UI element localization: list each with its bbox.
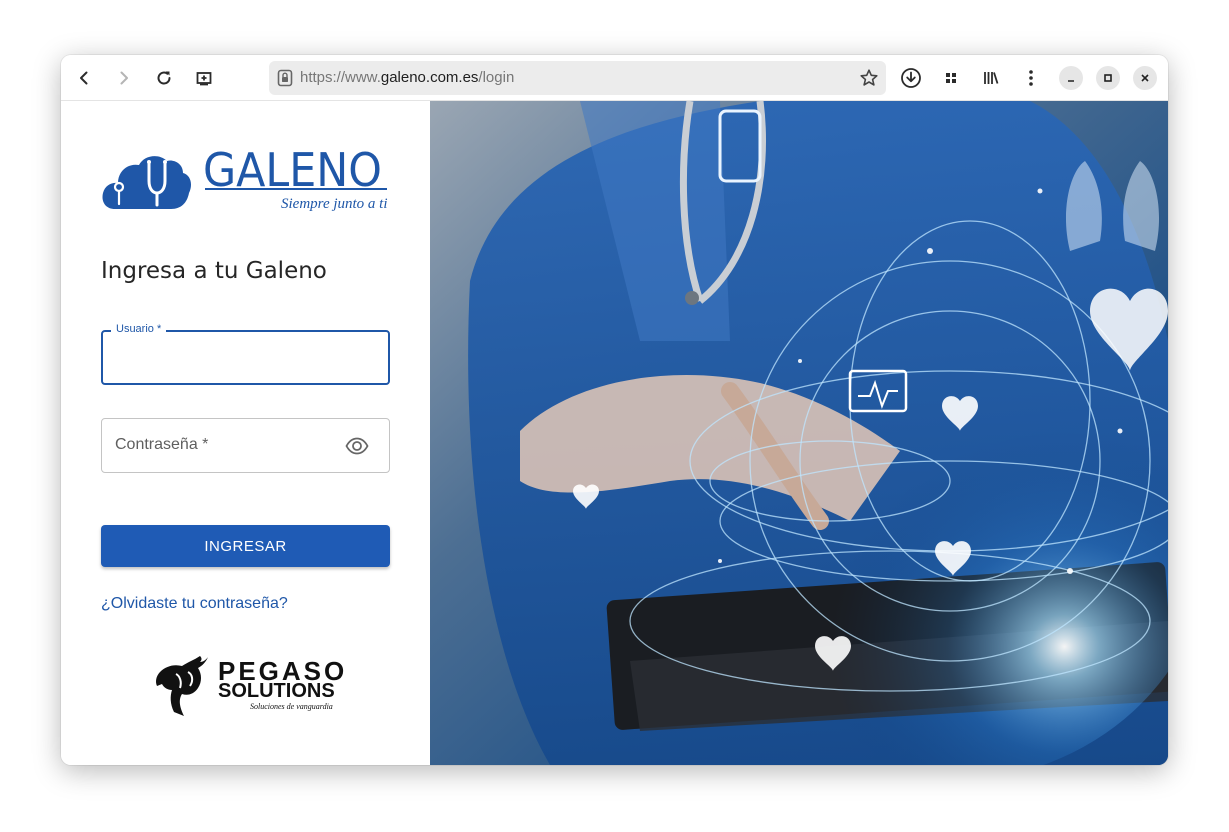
forward-button[interactable] (109, 63, 139, 93)
brand-underline (205, 188, 387, 190)
pegasus-horse-icon (156, 656, 208, 716)
arrow-right-icon (120, 71, 128, 85)
forgot-password-link[interactable]: ¿Olvidaste tu contraseña? (101, 595, 288, 613)
maximize-icon (1104, 74, 1112, 82)
login-panel: GALENO Siempre junto a ti Ingresa a tu G… (61, 101, 430, 765)
arrow-left-icon (80, 71, 88, 85)
minimize-button[interactable] (1059, 66, 1083, 90)
url-text[interactable]: https://www.galeno.com.es/login (300, 61, 514, 95)
screenshot-button[interactable] (189, 63, 219, 93)
pegaso-logo: PEGASO SOLUTIONS Soluciones de vanguardi… (154, 652, 344, 722)
url-path: /login (478, 69, 515, 86)
library-icon (984, 72, 999, 84)
hero-image (430, 101, 1168, 765)
minimize-icon (1068, 80, 1074, 82)
username-label: Usuario * (111, 323, 167, 335)
password-input[interactable] (115, 430, 335, 460)
url-domain: galeno.com.es (380, 69, 479, 86)
close-button[interactable] (1133, 66, 1157, 90)
login-button[interactable]: INGRESAR (101, 525, 390, 567)
address-bar[interactable]: https://www.galeno.com.es/login (269, 61, 886, 95)
url-prefix: https://www. (300, 69, 381, 86)
close-icon (1141, 74, 1149, 82)
library-button[interactable] (976, 63, 1006, 93)
reload-icon (157, 71, 171, 85)
brand-tagline: Siempre junto a ti (281, 196, 388, 212)
extensions-button[interactable] (936, 63, 966, 93)
menu-button[interactable] (1016, 63, 1046, 93)
username-input[interactable] (115, 342, 375, 372)
galeno-logo: GALENO Siempre junto a ti (101, 147, 391, 217)
kebab-menu-icon (1029, 70, 1033, 86)
download-icon (901, 68, 921, 88)
back-button[interactable] (69, 63, 99, 93)
grid-icon (946, 73, 956, 83)
reload-button[interactable] (149, 63, 179, 93)
brand-name: GALENO (203, 143, 382, 197)
pegaso-tagline: Soluciones de vanguardia (250, 702, 333, 711)
eye-icon[interactable] (345, 436, 369, 461)
maximize-button[interactable] (1096, 66, 1120, 90)
star-icon[interactable] (859, 68, 879, 93)
username-field[interactable]: Usuario * (101, 323, 390, 385)
browser-toolbar: https://www.galeno.com.es/login (61, 55, 1168, 101)
downloads-button[interactable] (896, 63, 926, 93)
cloud-stethoscope-icon (102, 156, 191, 209)
password-field[interactable] (101, 418, 390, 473)
screenshot-icon (196, 72, 212, 86)
page-content: GALENO Siempre junto a ti Ingresa a tu G… (61, 101, 1168, 765)
lock-icon[interactable] (277, 69, 293, 92)
browser-window: https://www.galeno.com.es/login GALENO S… (61, 55, 1168, 765)
pegaso-sub: SOLUTIONS (218, 680, 335, 702)
page-title: Ingresa a tu Galeno (101, 258, 327, 284)
